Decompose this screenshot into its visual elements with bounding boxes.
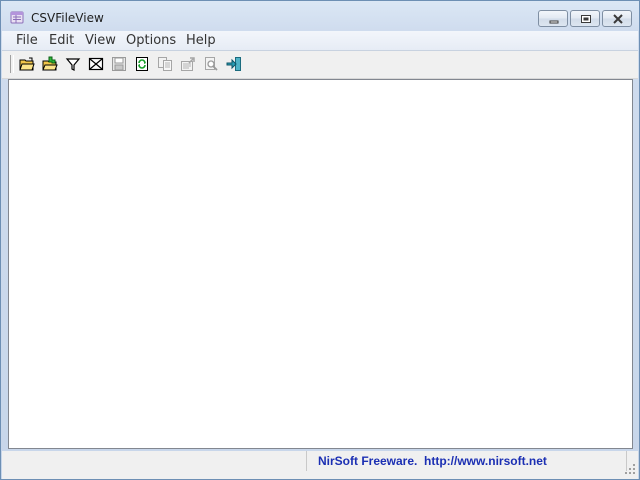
menu-bar: File Edit View Options Help [2,31,638,51]
maximize-button[interactable] [570,10,600,27]
copy-button[interactable] [155,54,175,74]
properties-icon [181,57,195,71]
properties-button[interactable] [178,54,198,74]
app-icon [10,10,24,24]
minimize-button[interactable] [538,10,568,27]
toolbar-grip[interactable] [10,55,14,73]
open-file-button[interactable] [17,54,37,74]
copy-icon [158,57,172,71]
menu-edit[interactable]: Edit [49,33,74,48]
minimize-icon [549,20,559,24]
status-bar: NirSoft Freeware. http://www.nirsoft.net [2,451,638,479]
toolbar [2,51,638,79]
window-title: CSVFileView [31,11,104,25]
clear-filter-button[interactable] [86,54,106,74]
menu-help[interactable]: Help [186,33,216,48]
close-button[interactable] [602,10,632,27]
caption-buttons [536,10,632,28]
nirsoft-link[interactable]: NirSoft Freeware. http://www.nirsoft.net [318,454,547,468]
close-icon [613,14,623,24]
clear-filter-icon [88,57,104,71]
title-bar[interactable]: CSVFileView [1,1,639,31]
filter-icon [65,58,81,71]
save-button[interactable] [109,54,129,74]
find-button[interactable] [201,54,221,74]
filter-button[interactable] [63,54,83,74]
resize-grip-icon[interactable] [624,463,636,475]
maximize-icon [581,15,591,23]
status-panel-records [8,451,307,471]
find-icon [205,57,218,71]
menu-view[interactable]: View [85,33,116,48]
exit-icon [226,57,241,71]
app-window: CSVFileView File Edit View Options Help … [0,0,640,480]
menu-file[interactable]: File [16,33,38,48]
open-advanced-button[interactable] [40,54,60,74]
save-icon [112,57,126,71]
open-advanced-icon [42,56,58,71]
exit-button[interactable] [224,54,244,74]
refresh-button[interactable] [132,54,152,74]
menu-options[interactable]: Options [126,33,176,48]
status-panel-link: NirSoft Freeware. http://www.nirsoft.net [310,451,627,471]
records-list[interactable] [8,79,633,449]
refresh-icon [136,57,148,71]
open-folder-icon [19,57,35,71]
